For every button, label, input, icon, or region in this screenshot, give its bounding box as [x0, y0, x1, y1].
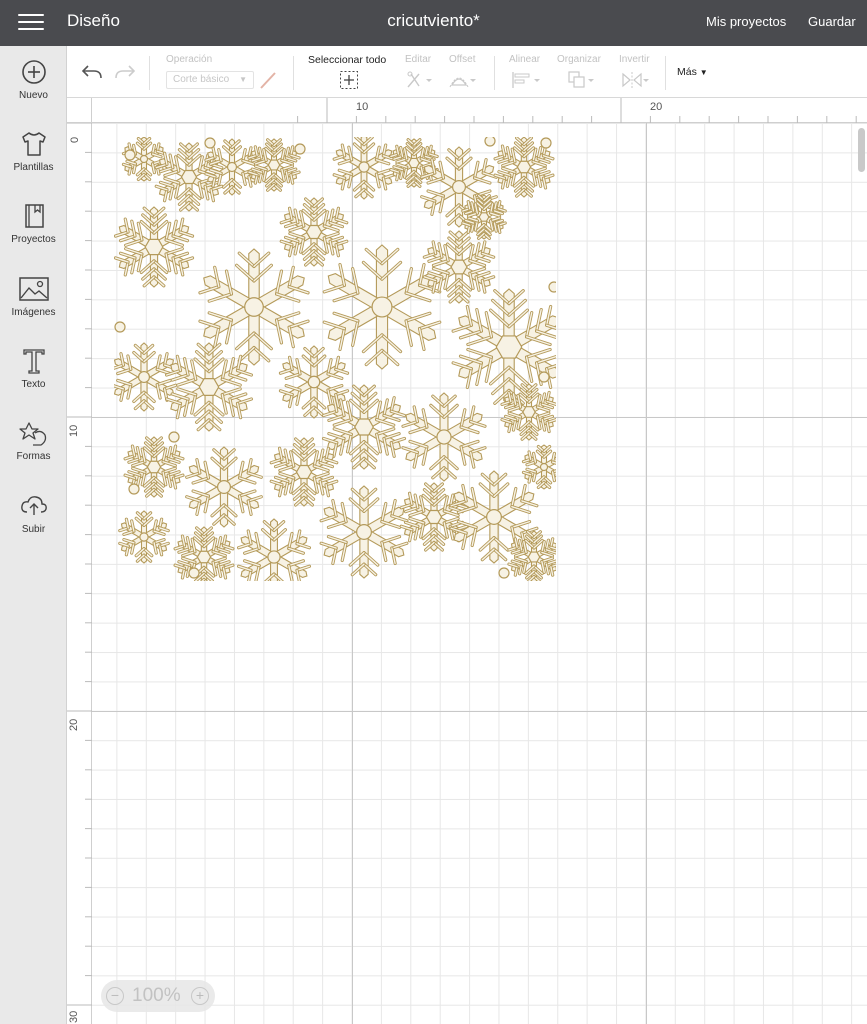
select-all-label: Seleccionar todo	[308, 54, 387, 66]
align-icon[interactable]	[511, 70, 541, 90]
redo-icon[interactable]	[114, 62, 136, 82]
edit-scissors-icon[interactable]	[405, 70, 433, 90]
snowflake-design-image[interactable]	[114, 137, 556, 581]
zoom-control: − 100% +	[101, 980, 215, 1012]
chevron-down-icon: ▼	[239, 75, 247, 84]
more-dropdown[interactable]: Más ▼	[677, 66, 708, 78]
tshirt-icon	[21, 132, 46, 156]
sidebar-item-subir[interactable]: Subir	[0, 492, 67, 558]
ruler-ticks	[297, 98, 857, 123]
project-title[interactable]: cricutviento*	[387, 11, 480, 30]
left-sidebar: Nuevo Plantillas Proyectos Imágenes Text…	[0, 46, 67, 1024]
edit-label: Editar	[405, 54, 432, 65]
sidebar-item-label: Formas	[16, 451, 51, 462]
toolbar-divider	[494, 56, 495, 90]
select-all-icon[interactable]	[339, 70, 359, 90]
cloud-upload-icon	[20, 496, 47, 515]
ruler-number: 30	[68, 1010, 80, 1023]
design-canvas[interactable]	[92, 123, 867, 1024]
text-t-icon	[22, 349, 45, 374]
flip-icon[interactable]	[621, 70, 651, 90]
sidebar-item-texto[interactable]: Texto	[0, 347, 67, 413]
zoom-level: 100%	[132, 985, 181, 1006]
operation-label: Operación	[166, 54, 213, 65]
edit-toolbar: Operación Corte básico ▼ Seleccionar todo…	[67, 46, 867, 98]
pen-line-icon[interactable]	[259, 70, 277, 90]
sidebar-item-label: Proyectos	[11, 234, 56, 245]
cricut-design-space: Diseño cricutviento* Mis proyectos Guard…	[0, 0, 867, 1024]
sidebar-item-label: Texto	[21, 379, 46, 390]
sidebar-item-label: Imágenes	[11, 307, 56, 318]
ruler-corner	[67, 98, 92, 123]
shapes-icon	[18, 422, 46, 446]
sidebar-item-formas[interactable]: Formas	[0, 419, 67, 485]
ruler-ticks	[67, 123, 92, 1006]
ruler-number: 0	[69, 136, 81, 143]
operation-value: Corte básico	[173, 74, 230, 85]
operation-select[interactable]: Corte básico ▼	[166, 71, 254, 89]
sidebar-item-label: Plantillas	[13, 162, 54, 173]
section-title: Diseño	[67, 11, 120, 30]
arrange-label: Organizar	[557, 54, 601, 65]
ruler-number: 10	[356, 101, 369, 113]
zoom-in-button[interactable]: +	[191, 987, 209, 1005]
sidebar-item-plantillas[interactable]: Plantillas	[0, 130, 67, 196]
sidebar-item-proyectos[interactable]: Proyectos	[0, 202, 67, 268]
undo-icon[interactable]	[81, 62, 103, 82]
image-icon	[18, 277, 49, 301]
toolbar-divider	[293, 56, 294, 90]
chevron-down-icon: ▼	[699, 68, 708, 77]
sidebar-item-label: Subir	[21, 524, 46, 535]
save-button[interactable]: Guardar	[808, 14, 856, 29]
sidebar-item-label: Nuevo	[19, 90, 48, 101]
notebook-icon	[24, 204, 44, 228]
ruler-number: 20	[68, 718, 80, 731]
zoom-out-button[interactable]: −	[106, 987, 124, 1005]
toolbar-divider	[149, 56, 150, 90]
top-bar: Diseño cricutviento* Mis proyectos Guard…	[0, 0, 867, 46]
my-projects-link[interactable]: Mis proyectos	[706, 14, 786, 29]
ruler-number: 10	[68, 424, 80, 437]
horizontal-ruler: 10 20	[67, 98, 867, 123]
more-label: Más	[677, 66, 697, 78]
plus-circle-icon	[21, 60, 46, 84]
flip-label: Invertir	[619, 54, 650, 65]
toolbar-divider	[665, 56, 666, 90]
offset-icon[interactable]	[449, 70, 477, 90]
align-label: Alinear	[509, 54, 541, 65]
grid-major-line	[92, 711, 867, 712]
grid-major-line	[646, 123, 647, 1024]
sidebar-item-imagenes[interactable]: Imágenes	[0, 275, 67, 341]
hamburger-menu-icon[interactable]	[18, 12, 44, 32]
vertical-ruler: 0 10 20 30	[67, 123, 92, 1024]
offset-label: Offset	[449, 54, 476, 65]
sidebar-item-nuevo[interactable]: Nuevo	[0, 58, 67, 124]
ruler-number: 20	[650, 101, 663, 113]
arrange-icon[interactable]	[567, 70, 597, 90]
vertical-scrollbar[interactable]	[858, 128, 865, 172]
